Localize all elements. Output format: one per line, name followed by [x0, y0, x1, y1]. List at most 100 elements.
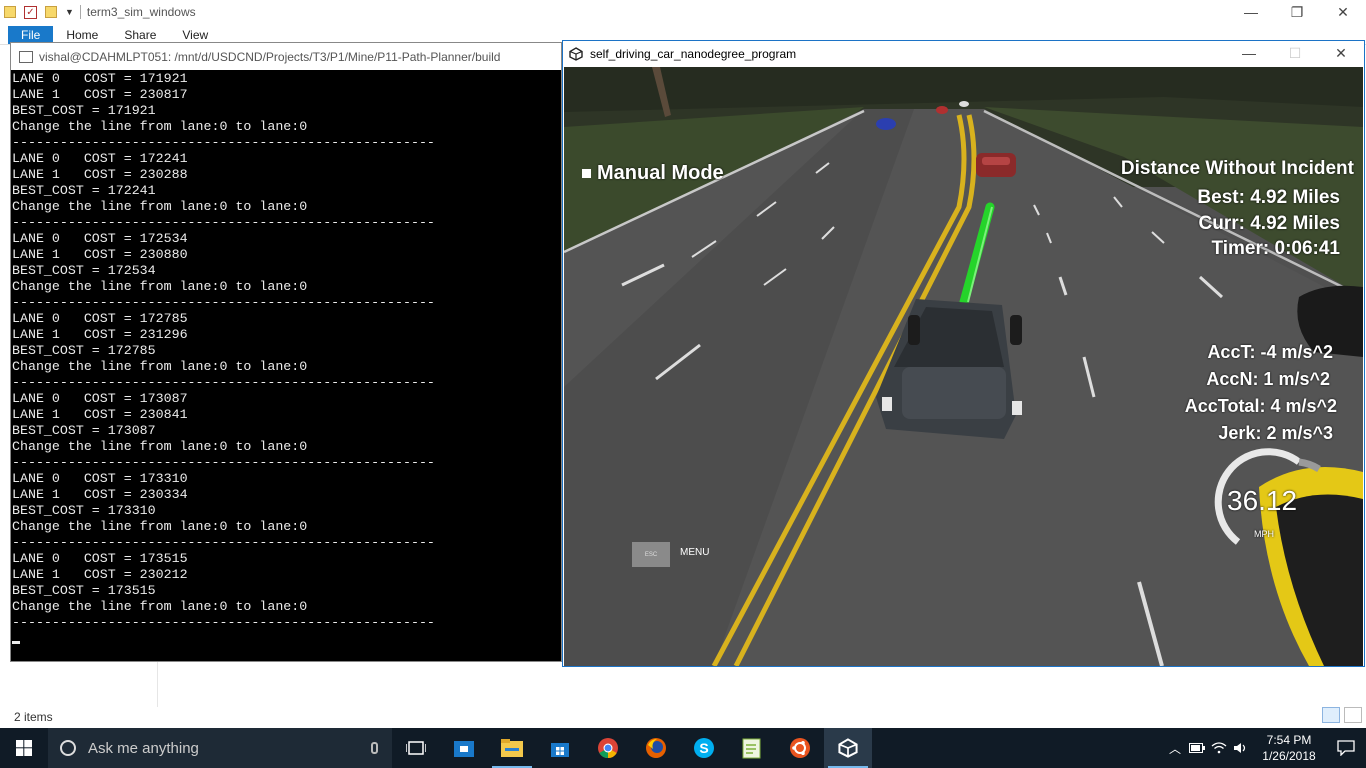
minimize-button[interactable]: —	[1228, 0, 1274, 24]
normal-acceleration: AccN: 1 m/s^2	[1206, 369, 1330, 389]
manual-mode-checkbox[interactable]	[582, 169, 591, 178]
terminal-line: BEST_COST = 173310	[12, 503, 156, 518]
task-view-button[interactable]	[392, 728, 440, 768]
terminal-line: ----------------------------------------…	[12, 615, 435, 630]
taskbar-notepad-plus[interactable]	[728, 728, 776, 768]
taskbar-firefox[interactable]	[632, 728, 680, 768]
driving-scene	[564, 67, 1363, 666]
svg-text:S: S	[699, 740, 708, 756]
skype-icon: S	[694, 738, 714, 758]
terminal-line: LANE 0 COST = 173515	[12, 551, 188, 566]
volume-icon[interactable]	[1230, 728, 1252, 768]
terminal-window[interactable]: vishal@CDAHMLPT051: /mnt/d/USDCND/Projec…	[10, 42, 562, 662]
start-button[interactable]	[0, 728, 48, 768]
terminal-app-icon	[19, 50, 33, 63]
terminal-line: LANE 1 COST = 230212	[12, 567, 188, 582]
explorer-window-controls: — ❐ ✕	[1228, 0, 1366, 24]
terminal-line: ----------------------------------------…	[12, 375, 435, 390]
terminal-line: BEST_COST = 173515	[12, 583, 156, 598]
terminal-title: vishal@CDAHMLPT051: /mnt/d/USDCND/Projec…	[39, 49, 501, 64]
notepad-plus-icon	[742, 738, 761, 759]
quick-access-toolbar: ✓ ▼	[0, 0, 74, 24]
taskbar-windows-store[interactable]	[536, 728, 584, 768]
details-view-button[interactable]	[1322, 707, 1340, 723]
terminal-line: LANE 1 COST = 231296	[12, 327, 188, 342]
unity-icon	[569, 46, 583, 61]
terminal-line: ----------------------------------------…	[12, 535, 435, 550]
terminal-line: ----------------------------------------…	[12, 295, 435, 310]
folder-icon	[501, 739, 523, 757]
menu-label[interactable]: MENU	[680, 547, 709, 558]
terminal-line: ----------------------------------------…	[12, 455, 435, 470]
explorer-title: term3_sim_windows	[86, 5, 196, 19]
terminal-output[interactable]: LANE 0 COST = 171921 LANE 1 COST = 230817…	[11, 71, 561, 661]
terminal-titlebar[interactable]: vishal@CDAHMLPT051: /mnt/d/USDCND/Projec…	[11, 43, 561, 70]
notification-icon	[1337, 740, 1355, 756]
large-icons-view-button[interactable]	[1344, 707, 1362, 723]
status-item-count: 2 items	[14, 710, 53, 724]
windows-logo-icon	[16, 740, 32, 756]
clock[interactable]: 7:54 PM 1/26/2018	[1252, 732, 1326, 764]
battery-icon[interactable]	[1186, 728, 1208, 768]
action-center-button[interactable]	[1326, 728, 1366, 768]
manual-mode-toggle[interactable]: Manual Mode	[582, 162, 724, 185]
simulator-viewport[interactable]: Manual Mode Distance Without Incident Be…	[564, 67, 1363, 666]
taskbar-skype[interactable]: S	[680, 728, 728, 768]
esc-key-icon[interactable]: ESC	[632, 542, 670, 567]
restore-button[interactable]: ❐	[1274, 0, 1320, 24]
taskbar-unity-simulator[interactable]	[824, 728, 872, 768]
minimize-button[interactable]: —	[1226, 41, 1272, 65]
terminal-line: Change the line from lane:0 to lane:0	[12, 519, 308, 534]
terminal-line: ----------------------------------------…	[12, 135, 435, 150]
best-distance: Best: 4.92 Miles	[1197, 187, 1340, 208]
firefox-icon	[646, 738, 666, 758]
timer: Timer: 0:06:41	[1211, 238, 1341, 259]
terminal-cursor	[12, 641, 20, 644]
distance-title: Distance Without Incident	[1120, 158, 1354, 179]
cortana-icon	[60, 740, 76, 756]
terminal-line: LANE 1 COST = 230334	[12, 487, 188, 502]
unity-icon	[838, 738, 858, 758]
taskbar-chrome[interactable]	[584, 728, 632, 768]
wifi-icon[interactable]	[1208, 728, 1230, 768]
folder-icon[interactable]	[4, 6, 16, 18]
terminal-line: LANE 0 COST = 173310	[12, 471, 188, 486]
terminal-line: LANE 0 COST = 172534	[12, 231, 188, 246]
terminal-line: BEST_COST = 172241	[12, 183, 156, 198]
total-acceleration: AccTotal: 4 m/s^2	[1184, 396, 1337, 416]
terminal-line: ----------------------------------------…	[12, 215, 435, 230]
titlebar-separator	[79, 5, 81, 19]
new-folder-icon[interactable]	[45, 6, 57, 18]
terminal-line: LANE 0 COST = 173087	[12, 391, 188, 406]
simulator-window-controls: — ☐ ✕	[1226, 41, 1364, 66]
cortana-search-box[interactable]: Ask me anything	[48, 728, 392, 768]
explorer-titlebar: ✓ ▼ term3_sim_windows — ❐ ✕	[0, 0, 1366, 24]
taskbar-file-explorer[interactable]	[488, 728, 536, 768]
terminal-line: BEST_COST = 171921	[12, 103, 156, 118]
taskbar-ubuntu[interactable]	[776, 728, 824, 768]
system-tray: ︿ 7:54 PM 1/26/2018	[1164, 728, 1366, 768]
properties-icon[interactable]: ✓	[24, 5, 37, 19]
simulator-titlebar[interactable]: self_driving_car_nanodegree_program — ☐ …	[563, 41, 1364, 66]
shopping-bag-icon	[551, 743, 569, 757]
terminal-line: LANE 0 COST = 172241	[12, 151, 188, 166]
terminal-line: Change the line from lane:0 to lane:0	[12, 599, 308, 614]
customize-dropdown-icon[interactable]: ▼	[65, 7, 74, 17]
terminal-line: Change the line from lane:0 to lane:0	[12, 199, 308, 214]
terminal-line: LANE 1 COST = 230817	[12, 87, 188, 102]
jerk: Jerk: 2 m/s^3	[1218, 423, 1333, 443]
terminal-line: Change the line from lane:0 to lane:0	[12, 279, 308, 294]
terminal-line: LANE 1 COST = 230288	[12, 167, 188, 182]
ubuntu-icon	[790, 738, 810, 758]
close-button[interactable]: ✕	[1318, 41, 1364, 65]
clock-time: 7:54 PM	[1266, 733, 1312, 747]
microphone-icon[interactable]	[371, 742, 378, 754]
task-view-icon	[406, 741, 426, 755]
clock-date: 1/26/2018	[1262, 749, 1316, 763]
terminal-line: LANE 0 COST = 172785	[12, 311, 188, 326]
close-button[interactable]: ✕	[1320, 0, 1366, 24]
simulator-window[interactable]: self_driving_car_nanodegree_program — ☐ …	[562, 40, 1365, 667]
chevron-up-icon[interactable]: ︿	[1164, 728, 1186, 768]
taskbar-store-app[interactable]	[440, 728, 488, 768]
store-bag-icon	[454, 741, 474, 757]
